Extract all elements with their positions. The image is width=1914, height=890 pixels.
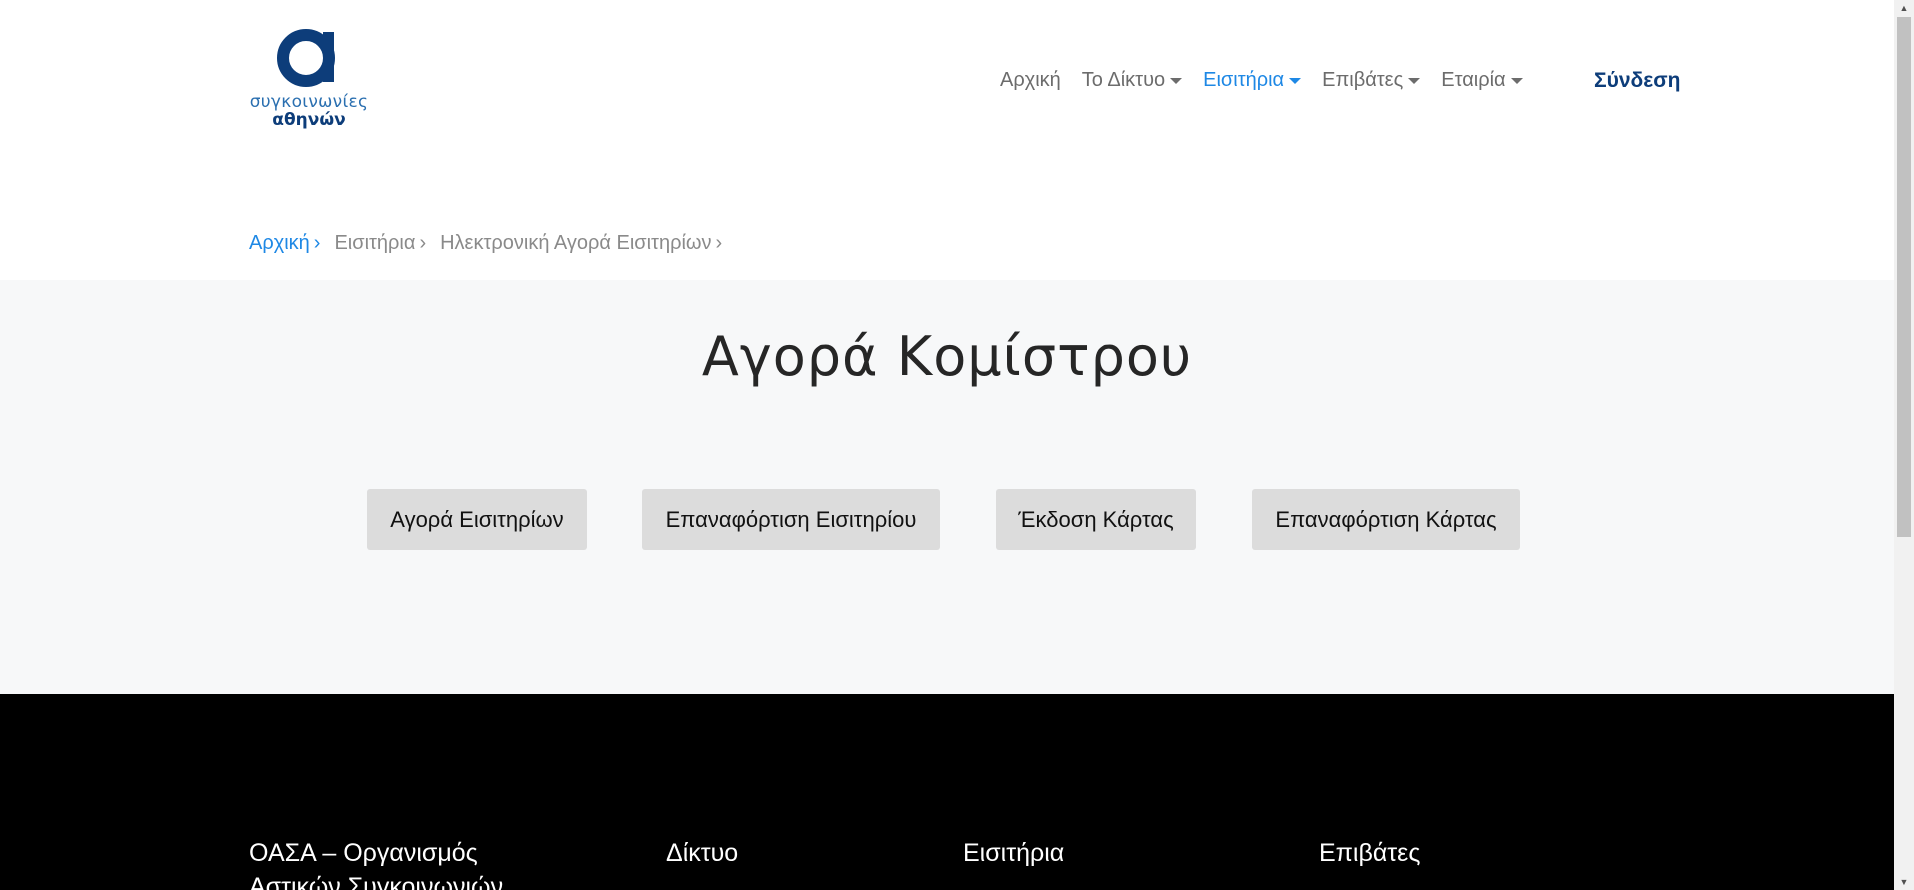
caret-down-icon [1510,78,1523,84]
scroll-up-arrow-icon[interactable]: ▲ [1894,0,1914,16]
breadcrumb: Αρχική › Εισιτήρια › Ηλεκτρονική Αγορά Ε… [249,229,736,257]
breadcrumb-item-home[interactable]: Αρχική › [249,229,320,257]
breadcrumb-item-tickets[interactable]: Εισιτήρια › [334,229,426,257]
footer-heading-tickets: Εισιτήρια [963,839,1065,867]
nav-item-label: Εισιτήρια [1203,69,1285,91]
buy-tickets-button[interactable]: Αγορά Εισιτηρίων [367,489,587,550]
logo-text-line1: συγκοινωνίες [249,92,369,112]
issue-card-button[interactable]: Έκδοση Κάρτας [996,489,1196,550]
chevron-right-icon: › [313,232,321,254]
page: συγκοινωνίες αθηνών Αρχική Το Δίκτυο Εισ… [0,0,1894,890]
nav-item-tickets[interactable]: Εισιτήρια [1203,66,1302,94]
breadcrumb-label: Ηλεκτρονική Αγορά Εισιτηρίων [440,232,712,254]
scrollbar-thumb[interactable] [1897,17,1911,537]
logo-text-line2: αθηνών [272,110,346,130]
main-section: Αγορά Κομίστρου Αγορά Εισιτηρίων Επαναφό… [0,280,1894,694]
nav-item-label: Επιβάτες [1322,69,1404,91]
main-nav: Αρχική Το Δίκτυο Εισιτήρια Επιβάτες Εται… [1000,66,1544,94]
nav-item-label: Αρχική [1000,69,1061,91]
logo-alpha-icon [277,29,335,87]
breadcrumb-label: Αρχική [249,232,310,254]
chevron-right-icon: › [715,232,723,254]
site-footer: ΟΑΣΑ – Οργανισμός Αστικών Συγκοινωνιών Δ… [0,694,1894,890]
footer-heading-passengers: Επιβάτες [1319,839,1421,867]
logo[interactable]: συγκοινωνίες αθηνών [248,28,370,132]
nav-item-label: Εταιρία [1441,69,1506,91]
chevron-right-icon: › [419,232,427,254]
page-title: Αγορά Κομίστρου [701,325,1193,388]
caret-down-icon [1408,78,1421,84]
footer-heading-oasa: ΟΑΣΑ – Οργανισμός Αστικών Συγκοινωνιών [249,839,504,890]
reload-card-button[interactable]: Επαναφόρτιση Κάρτας [1252,489,1520,550]
nav-item-label: Το Δίκτυο [1081,69,1166,91]
vertical-scrollbar[interactable]: ▲ ▼ [1894,0,1914,890]
nav-item-company[interactable]: Εταιρία [1441,66,1523,94]
nav-item-passengers[interactable]: Επιβάτες [1322,66,1421,94]
footer-heading-network: Δίκτυο [666,839,739,867]
caret-down-icon [1289,78,1302,84]
breadcrumb-item-online-purchase[interactable]: Ηλεκτρονική Αγορά Εισιτηρίων › [440,229,722,257]
breadcrumb-label: Εισιτήρια [334,232,416,254]
reload-ticket-button[interactable]: Επαναφόρτιση Εισιτηρίου [642,489,940,550]
nav-item-home[interactable]: Αρχική [1000,66,1061,94]
caret-down-icon [1170,78,1183,84]
login-link[interactable]: Σύνδεση [1594,67,1680,95]
scroll-down-arrow-icon[interactable]: ▼ [1894,874,1914,890]
site-header: συγκοινωνίες αθηνών Αρχική Το Δίκτυο Εισ… [0,0,1894,280]
nav-item-network[interactable]: Το Δίκτυο [1081,66,1183,94]
